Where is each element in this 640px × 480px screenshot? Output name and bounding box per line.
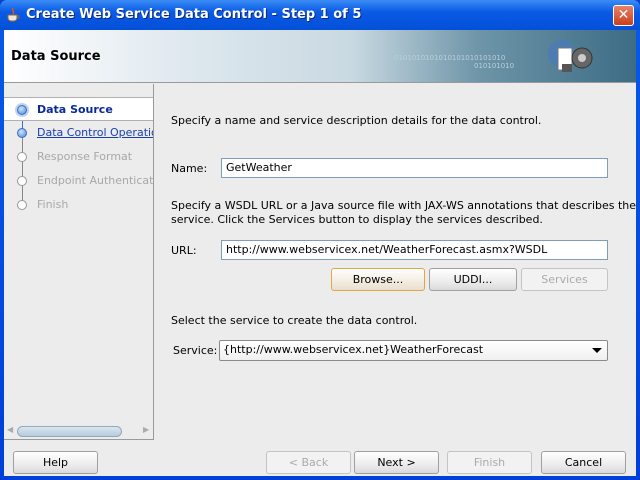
name-label: Name: bbox=[171, 162, 208, 175]
scrollbar-thumb[interactable] bbox=[17, 426, 122, 437]
wizard-header: Data Source 0101010101010101010101010 010… bbox=[4, 30, 636, 83]
step-disabled-icon bbox=[17, 152, 27, 162]
step-label: Data Source bbox=[37, 103, 113, 116]
step-label: Endpoint Authentication bbox=[37, 174, 153, 187]
header-decoration: 0101010101010101010101010 010101010 bbox=[394, 54, 514, 70]
service-dropdown-value: {http://www.webservicex.net}WeatherForec… bbox=[223, 343, 484, 356]
step-disabled-icon bbox=[17, 200, 27, 210]
wsdl-help-text-2: service. Click the Services button to di… bbox=[171, 213, 543, 226]
wsdl-help-text-1: Specify a WSDL URL or a Java source file… bbox=[171, 199, 637, 212]
step-available-icon bbox=[17, 128, 27, 138]
service-dropdown[interactable]: {http://www.webservicex.net}WeatherForec… bbox=[219, 340, 608, 361]
title-bar[interactable]: Create Web Service Data Control - Step 1… bbox=[0, 0, 640, 30]
close-icon: ✕ bbox=[617, 7, 630, 23]
url-label: URL: bbox=[171, 244, 197, 257]
wizard-steps-panel: Data Source Data Control Operations Resp… bbox=[4, 84, 154, 440]
nav-step-data-source[interactable]: Data Source bbox=[4, 97, 153, 121]
step-current-icon bbox=[17, 105, 27, 115]
nav-step-finish: Finish bbox=[4, 193, 153, 217]
java-cup-icon bbox=[7, 7, 20, 22]
help-button[interactable]: Help bbox=[13, 451, 98, 474]
nav-step-endpoint-authentication: Endpoint Authentication bbox=[4, 169, 153, 193]
step-label: Finish bbox=[37, 198, 69, 211]
nav-step-data-control-operations[interactable]: Data Control Operations bbox=[4, 121, 153, 145]
close-button[interactable]: ✕ bbox=[613, 5, 634, 26]
scroll-left-icon[interactable]: ◀ bbox=[7, 425, 13, 434]
step-label: Response Format bbox=[37, 150, 133, 163]
dialog-window: Create Web Service Data Control - Step 1… bbox=[0, 0, 640, 480]
step-disabled-icon bbox=[17, 176, 27, 186]
web-service-icon bbox=[548, 40, 593, 72]
step-label: Data Control Operations bbox=[37, 126, 153, 139]
window-title: Create Web Service Data Control - Step 1… bbox=[26, 7, 362, 22]
chevron-down-icon bbox=[592, 348, 602, 353]
scroll-right-icon[interactable]: ▶ bbox=[143, 425, 149, 434]
dialog-client: Data Source 0101010101010101010101010 010… bbox=[4, 30, 636, 476]
finish-button: Finish bbox=[447, 451, 532, 474]
browse-button[interactable]: Browse... bbox=[331, 268, 425, 291]
main-panel: Specify a name and service description d… bbox=[154, 84, 636, 440]
service-label: Service: bbox=[173, 344, 218, 357]
nav-step-response-format: Response Format bbox=[4, 145, 153, 169]
back-button: < Back bbox=[266, 451, 351, 474]
name-input[interactable]: GetWeather bbox=[221, 158, 608, 178]
binary-text-2: 010101010 bbox=[474, 62, 515, 70]
select-service-text: Select the service to create the data co… bbox=[171, 314, 418, 327]
cancel-button[interactable]: Cancel bbox=[541, 451, 626, 474]
horizontal-scrollbar[interactable]: ◀ ▶ bbox=[4, 424, 153, 438]
url-input[interactable]: http://www.webservicex.net/WeatherForeca… bbox=[221, 240, 608, 260]
services-button: Services bbox=[521, 268, 608, 291]
page-title: Data Source bbox=[11, 49, 101, 64]
binary-text: 0101010101010101010101010 bbox=[394, 54, 506, 62]
intro-text: Specify a name and service description d… bbox=[171, 114, 542, 127]
uddi-button[interactable]: UDDI... bbox=[429, 268, 517, 291]
next-button[interactable]: Next > bbox=[354, 451, 439, 474]
